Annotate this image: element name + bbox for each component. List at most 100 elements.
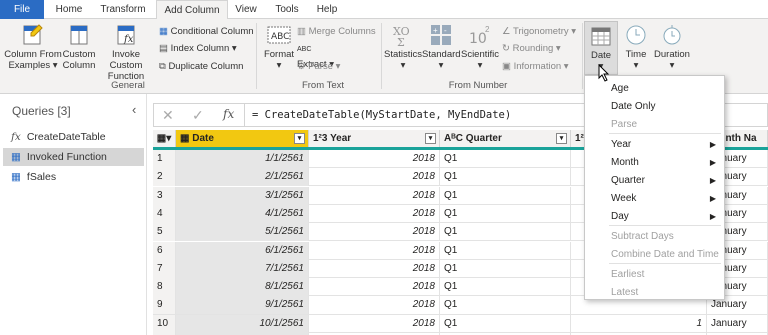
cell-m[interactable]: 1 [571,314,707,333]
confirm-formula-icon[interactable]: ✓ [192,107,204,124]
svg-text:fx: fx [123,34,134,45]
merge-columns-button[interactable]: ▥ Merge Columns [297,24,376,39]
cell-year[interactable]: 2018 [309,204,440,223]
cell-date[interactable]: 7/1/2561 [176,259,309,278]
cell-n[interactable]: 1 [153,150,176,168]
tab-home[interactable]: Home [50,0,88,19]
cell-q[interactable]: Q1 [440,204,571,223]
statistics-button[interactable]: XO Σ Statistics ▾ [384,23,422,71]
menu-item-label: Age [611,83,629,94]
cell-year[interactable]: 2018 [309,296,440,315]
invoke-custom-function-button[interactable]: fx Invoke Custom Function [96,23,156,82]
filter-dropdown-icon[interactable]: ▾ [425,133,436,144]
menu-item-quarter[interactable]: Quarter ▶ [585,172,724,190]
tab-view[interactable]: View [229,0,263,19]
tab-help[interactable]: Help [310,0,344,19]
cell-date[interactable]: 2/1/2561 [176,168,309,187]
query-item-invoked-function[interactable]: ▦ Invoked Function [3,148,144,166]
extract-button[interactable]: ABC Extract ▾ [297,41,334,70]
duration-button[interactable]: Duration ▾ [652,23,692,71]
menu-item-year[interactable]: Year ▶ [585,136,724,154]
cell-q[interactable]: Q1 [440,296,571,315]
cell-year[interactable]: 2018 [309,168,440,187]
menu-item-day[interactable]: Day ▶ [585,208,724,226]
cell-n[interactable]: 7 [153,259,176,278]
cell-year[interactable]: 2018 [309,186,440,205]
cell-date[interactable]: 4/1/2561 [176,204,309,223]
cell-date[interactable]: 3/1/2561 [176,186,309,205]
group-general-label: General [111,80,145,91]
cell-q[interactable]: Q1 [440,150,571,168]
cell-year[interactable]: 2018 [309,150,440,168]
information-button[interactable]: ▣ Information ▾ [502,59,569,74]
cell-n[interactable]: 10 [153,314,176,333]
cell-n[interactable]: 2 [153,168,176,187]
index-column-button[interactable]: ▤ Index Column ▾ [159,41,237,56]
column-from-examples-button[interactable]: Column From Examples ▾ [2,23,64,71]
cell-date[interactable]: 1/1/2561 [176,150,309,168]
cell-n[interactable]: 4 [153,204,176,223]
trigonometry-button[interactable]: ∠ Trigonometry ▾ [502,24,576,39]
column-header-quarter[interactable]: AᴮC Quarter ▾ [440,130,571,147]
cell-q[interactable]: Q1 [440,168,571,187]
cell-date[interactable]: 6/1/2561 [176,241,309,260]
group-from-number-label: From Number [448,80,508,91]
cell-q[interactable]: Q1 [440,241,571,260]
menu-item-earliest[interactable]: Earliest [585,266,724,284]
cell-n[interactable]: 3 [153,186,176,205]
standard-button[interactable]: + - Standard ▾ [422,23,461,71]
table-menu-icon[interactable]: ▦▾ [153,130,176,147]
cell-date[interactable]: 5/1/2561 [176,223,309,242]
cell-date[interactable]: 10/1/2561 [176,314,309,333]
conditional-column-button[interactable]: ▦ Conditional Column [159,24,254,39]
tab-transform[interactable]: Transform [94,0,152,19]
column-header-year[interactable]: 1²3 Year ▾ [309,130,440,147]
menu-item-date-only[interactable]: Date Only [585,98,724,116]
time-button[interactable]: Time ▾ [620,23,652,71]
cell-date[interactable]: 9/1/2561 [176,296,309,315]
cell-year[interactable]: 2018 [309,241,440,260]
duplicate-column-button[interactable]: ⧉ Duplicate Column [159,59,243,74]
cell-q[interactable]: Q1 [440,314,571,333]
format-button[interactable]: ABC Format ▾ [262,23,296,71]
parse-button[interactable]: ⚙ Parse ▾ [297,59,340,74]
formula-input[interactable]: = CreateDateTable(MyStartDate, MyEndDate… [252,109,511,121]
menu-item-age[interactable]: Age [585,80,724,98]
cell-q[interactable]: Q1 [440,278,571,297]
tab-add-column[interactable]: Add Column [156,0,228,20]
column-header-date[interactable]: ▦ Date ▾ [176,130,309,147]
query-item-createdatetable[interactable]: fx CreateDateTable [3,128,144,146]
extract-icon: ABC [297,46,312,53]
cell-n[interactable]: 9 [153,296,176,315]
cell-year[interactable]: 2018 [309,314,440,333]
information-icon: ▣ [502,61,511,72]
menu-item-week[interactable]: Week ▶ [585,190,724,208]
cell-q[interactable]: Q1 [440,223,571,242]
menu-item-month[interactable]: Month ▶ [585,154,724,172]
cell-date[interactable]: 8/1/2561 [176,278,309,297]
cell-year[interactable]: 2018 [309,278,440,297]
cell-n[interactable]: 8 [153,278,176,297]
collapse-pane-button[interactable]: ‹ [132,102,136,117]
menu-item-combine-date-and-time[interactable]: Combine Date and Time [585,246,724,264]
menu-item-parse[interactable]: Parse [585,116,724,134]
cell-q[interactable]: Q1 [440,259,571,278]
cell-n[interactable]: 5 [153,223,176,242]
custom-column-button[interactable]: Custom Column [62,23,96,71]
cell-q[interactable]: Q1 [440,186,571,205]
tab-file[interactable]: File [0,0,44,19]
cell-n[interactable]: 6 [153,241,176,260]
tab-tools[interactable]: Tools [270,0,304,19]
cell-mn[interactable]: January [707,314,768,333]
parse-icon: ⚙ [297,61,306,72]
cancel-formula-icon[interactable]: ✕ [162,107,174,124]
query-item-fsales[interactable]: ▦ fSales [3,168,144,186]
filter-dropdown-icon[interactable]: ▾ [294,133,305,144]
rounding-button[interactable]: ↻ Rounding ▾ [502,41,561,56]
scientific-button[interactable]: 10 2 Scientific ▾ [460,23,500,71]
cell-year[interactable]: 2018 [309,223,440,242]
filter-dropdown-icon[interactable]: ▾ [556,133,567,144]
cell-year[interactable]: 2018 [309,259,440,278]
menu-item-latest[interactable]: Latest [585,284,724,302]
menu-item-subtract-days[interactable]: Subtract Days [585,228,724,246]
